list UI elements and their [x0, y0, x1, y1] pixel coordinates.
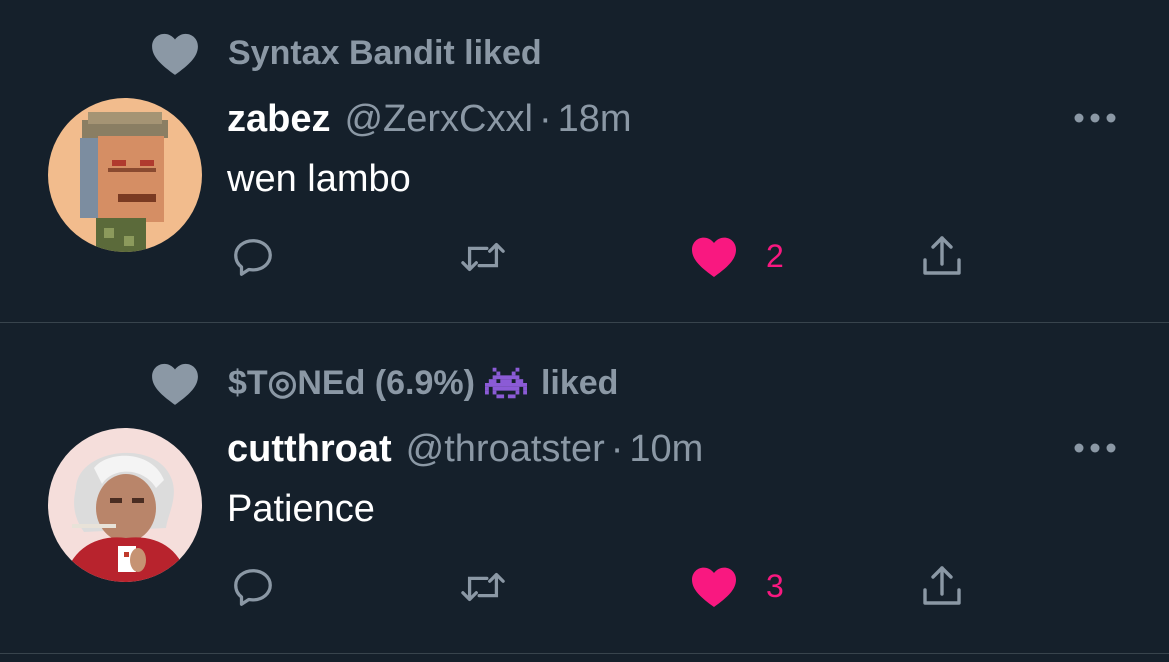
- timestamp[interactable]: 10m: [629, 428, 703, 471]
- retweet-button[interactable]: [456, 564, 510, 610]
- share-icon: [923, 236, 961, 275]
- reply-button[interactable]: [228, 564, 278, 610]
- share-button[interactable]: [916, 562, 968, 610]
- like-count: 3: [766, 567, 784, 604]
- like-count: 2: [766, 237, 784, 274]
- heart-icon: [152, 33, 198, 75]
- social-context: $T◎NEd (6.9%) liked: [150, 360, 618, 406]
- social-context: Syntax Bandit liked: [150, 30, 542, 76]
- separator: ·: [538, 98, 552, 140]
- heart-filled-icon: [692, 567, 736, 607]
- timestamp[interactable]: 18m: [558, 98, 632, 141]
- display-name[interactable]: zabez: [227, 98, 330, 141]
- like-button[interactable]: 2: [690, 234, 784, 278]
- separator: ·: [610, 428, 624, 470]
- handle[interactable]: @throatster: [406, 428, 605, 471]
- heart-icon: [152, 363, 198, 405]
- divider: [0, 653, 1169, 654]
- heart-filled-icon: [692, 237, 736, 277]
- like-button[interactable]: 3: [690, 564, 784, 608]
- reply-button[interactable]: [228, 234, 278, 280]
- reply-icon: [234, 239, 272, 276]
- share-icon: [923, 566, 961, 605]
- liked-by-text: $T◎NEd (6.9%) liked: [228, 363, 618, 403]
- display-name[interactable]: cutthroat: [227, 428, 392, 471]
- retweet-icon: [461, 572, 505, 602]
- more-horizontal-icon: [1074, 113, 1116, 123]
- avatar[interactable]: [48, 428, 202, 582]
- tweet-text: wen lambo: [227, 158, 411, 200]
- retweet-button[interactable]: [456, 234, 510, 280]
- tweet-header: zabez @ZerxCxxl · 18m: [227, 98, 632, 141]
- tweet-text: Patience: [227, 488, 375, 530]
- liked-by-text[interactable]: Syntax Bandit liked: [228, 34, 542, 73]
- tweet[interactable]: $T◎NEd (6.9%) liked cutthroat @throatste…: [0, 323, 1169, 653]
- reply-icon: [234, 569, 272, 606]
- avatar[interactable]: [48, 98, 202, 252]
- more-options-button[interactable]: [1070, 438, 1120, 458]
- liked-by-name[interactable]: $T◎NEd (6.9%): [228, 363, 475, 403]
- handle[interactable]: @ZerxCxxl: [344, 98, 532, 141]
- more-horizontal-icon: [1074, 443, 1116, 453]
- more-options-button[interactable]: [1070, 108, 1120, 128]
- space-invader-icon: [484, 367, 527, 399]
- tweet-header: cutthroat @throatster · 10m: [227, 428, 703, 471]
- retweet-icon: [461, 242, 505, 272]
- liked-by-suffix: liked: [540, 363, 619, 402]
- tweet[interactable]: Syntax Bandit liked zabez @ZerxCxxl · 18…: [0, 0, 1169, 322]
- share-button[interactable]: [916, 232, 968, 280]
